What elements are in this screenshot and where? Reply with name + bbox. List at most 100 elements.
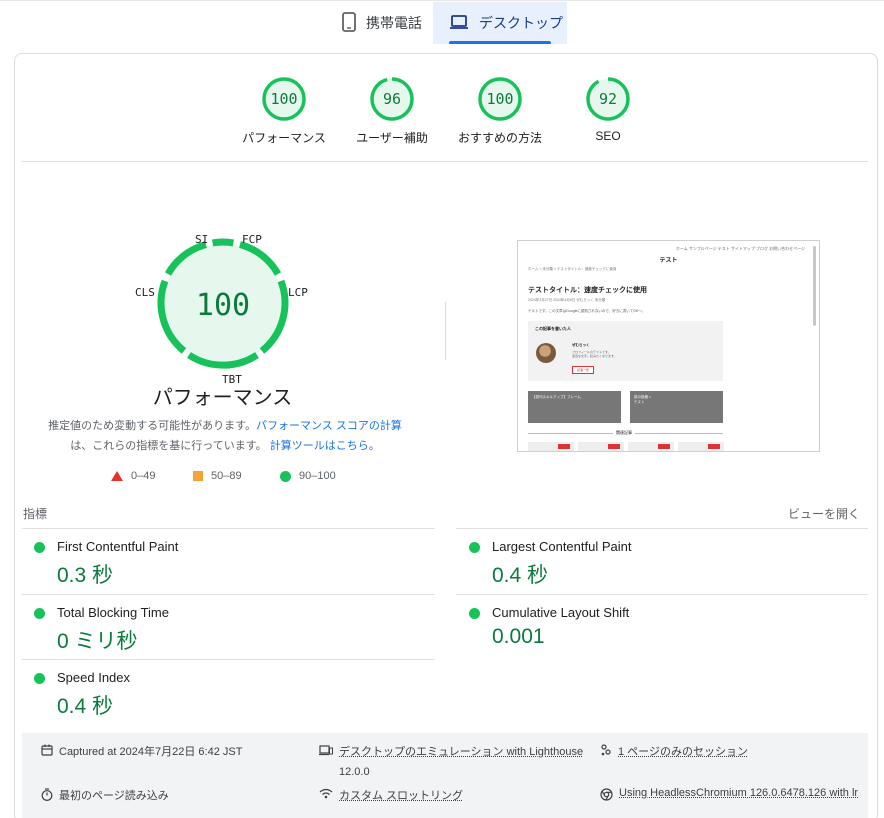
- cls-label: CLS: [135, 286, 155, 299]
- gauge-seo[interactable]: 92 SEO: [548, 76, 668, 143]
- gauge-score: 96: [383, 90, 401, 108]
- metric-value: 0.4 秒: [492, 564, 549, 587]
- lcp-label: LCP: [288, 286, 308, 299]
- gauge-score: 92: [599, 90, 617, 108]
- pass-dot-icon: [469, 542, 480, 553]
- performance-title: パフォーマンス: [152, 387, 293, 409]
- gauge-score: 100: [486, 90, 513, 108]
- thumb-tile: [578, 442, 624, 451]
- runtime-settings: Captured at 2024年7月22日 6:42 JST デスクトップのエ…: [22, 733, 868, 818]
- initial-load: 最初のページ読み込み: [41, 787, 169, 803]
- chrome-icon: [600, 788, 613, 801]
- pass-dot-icon: [34, 608, 45, 619]
- legend-pass-label: 90–100: [299, 470, 336, 482]
- browser-text: Using HeadlessChromium 126.0.6478.126 wi…: [619, 787, 859, 799]
- metric-name: First Contentful Paint: [57, 539, 179, 554]
- final-screenshot[interactable]: ホーム サンプルページ テスト サイトマップ ブログ お問い合わせページ テスト…: [517, 240, 820, 452]
- thumb-nav: ホーム サンプルページ テスト サイトマップ ブログ お問い合わせページ: [675, 246, 805, 251]
- thumb-site-title: テスト: [659, 258, 678, 264]
- metric-divider: [22, 528, 435, 529]
- si-label: SI: [195, 233, 208, 246]
- thumb-breadcrumb: ホーム > 未分類 > テストタイトル：速度チェックに使用: [528, 267, 617, 271]
- thumb-meta: 2024年3月27日 2024年4月5日 ぜむらっく 未分類: [528, 298, 606, 302]
- thumb-tile: [628, 442, 674, 451]
- thumb-post-title: テストタイトル：速度チェックに使用: [528, 287, 647, 294]
- thumb-body: テストです。この文章はGoogleに認知されないので、好きに書いてOK～。: [528, 309, 646, 313]
- captured-at: Captured at 2024年7月22日 6:42 JST: [41, 743, 242, 759]
- tab-desktop-label: デスクトップ: [479, 15, 563, 31]
- wifi-icon: [319, 788, 333, 799]
- gauge-accessibility[interactable]: 96 ユーザー補助: [332, 76, 452, 146]
- pass-dot-icon: [469, 608, 480, 619]
- thumb-author-box: この記事を書いた人 ぜむらっく プロフィールのテストです。 適当な文字。読みたくな…: [528, 321, 723, 381]
- emulation-text: デスクトップのエミュレーション with Lighthouse 12.0.0: [339, 746, 584, 778]
- performance-score: 100: [196, 288, 250, 323]
- calendar-icon: [41, 744, 53, 756]
- metric-name: Speed Index: [57, 670, 131, 685]
- thumb-tile: [528, 442, 574, 451]
- metric-divider: [22, 594, 435, 595]
- fcp-label: FCP: [242, 233, 262, 246]
- tab-mobile-label: 携帯電話: [366, 15, 422, 31]
- metric-name: Total Blocking Time: [57, 605, 169, 620]
- note-text-2: は、これらの指標を基に行っています。: [70, 440, 267, 452]
- metric-divider: [456, 594, 868, 595]
- metric-divider: [456, 528, 868, 529]
- timer-icon: [41, 788, 53, 801]
- session-info[interactable]: 1 ページのみのセッション: [600, 743, 748, 759]
- thumb-related-label: 関連記事: [613, 430, 635, 436]
- legend-average: 50–89: [193, 470, 242, 482]
- gauge-performance[interactable]: 100 パフォーマンス: [224, 76, 344, 146]
- emulation-info[interactable]: デスクトップのエミュレーション with Lighthouse 12.0.0: [319, 743, 583, 778]
- calculator-link[interactable]: 計算ツールはこちら。: [270, 440, 380, 452]
- throttling-text: カスタム スロットリング: [339, 790, 464, 802]
- thumb-scrollbar: [813, 246, 816, 326]
- session-text: 1 ページのみのセッション: [618, 746, 748, 758]
- phone-icon: [342, 11, 356, 35]
- gauge-best-practices[interactable]: 100 おすすめの方法: [440, 76, 560, 146]
- initial-load-text: 最初のページ読み込み: [59, 790, 169, 802]
- laptop-icon: [449, 14, 469, 33]
- avatar: [536, 343, 556, 363]
- vertical-divider: [445, 302, 446, 360]
- browser-info[interactable]: Using HeadlessChromium 126.0.6478.126 wi…: [600, 787, 858, 801]
- thumb-card: 【週刊スキルアップ】フレーム: [528, 391, 621, 423]
- gauge-label: パフォーマンス: [242, 131, 326, 145]
- legend-pass: 90–100: [280, 470, 336, 482]
- devices-icon: [319, 745, 333, 756]
- score-note: 推定値のため変動する可能性があります。パフォーマンス スコアの計算 は、これらの…: [40, 416, 410, 456]
- legend-fail-label: 0–49: [131, 470, 156, 482]
- tab-desktop[interactable]: デスクトップ: [433, 2, 567, 44]
- thumb-author-name: ぜむらっく: [572, 343, 590, 347]
- performance-gauge: 100 SI FCP LCP TBT CLS: [135, 233, 308, 386]
- divider: [22, 161, 868, 162]
- thumb-articles-button: 記事一覧: [572, 366, 594, 374]
- metrics-heading: 指標: [23, 507, 48, 521]
- thumb-card: 前の投稿 > テスト: [630, 391, 723, 423]
- note-text-1: 推定値のため変動する可能性があります。: [48, 420, 257, 432]
- metric-value: 0.4 秒: [57, 695, 114, 718]
- metric-name: Largest Contentful Paint: [492, 539, 632, 554]
- thumb-author-heading: この記事を書いた人: [535, 326, 571, 331]
- tab-mobile[interactable]: 携帯電話: [330, 2, 430, 44]
- metric-name: Cumulative Layout Shift: [492, 605, 630, 620]
- gauge-score: 100: [270, 90, 297, 108]
- session-icon: [601, 744, 611, 756]
- metric-value: 0.3 秒: [57, 564, 114, 587]
- circle-icon: [280, 470, 291, 482]
- metric-value: 0 ミリ秒: [57, 630, 138, 653]
- top-divider: [0, 0, 884, 1]
- triangle-icon: [111, 471, 123, 481]
- pass-dot-icon: [34, 673, 45, 684]
- gauge-label: SEO: [595, 129, 621, 143]
- score-calc-link[interactable]: パフォーマンス スコアの計算: [256, 420, 402, 432]
- pass-dot-icon: [34, 542, 45, 553]
- gauge-label: ユーザー補助: [356, 131, 428, 145]
- gauge-label: おすすめの方法: [457, 131, 542, 145]
- throttling-info[interactable]: カスタム スロットリング: [319, 787, 463, 803]
- captured-text: Captured at 2024年7月22日 6:42 JST: [59, 746, 243, 758]
- thumb-author-desc: プロフィールのテストです。 適当な文字。読みたくなります。: [572, 350, 617, 358]
- expand-view-toggle[interactable]: ビューを開く: [788, 505, 860, 522]
- thumb-tile: [678, 442, 724, 451]
- legend-fail: 0–49: [111, 470, 155, 482]
